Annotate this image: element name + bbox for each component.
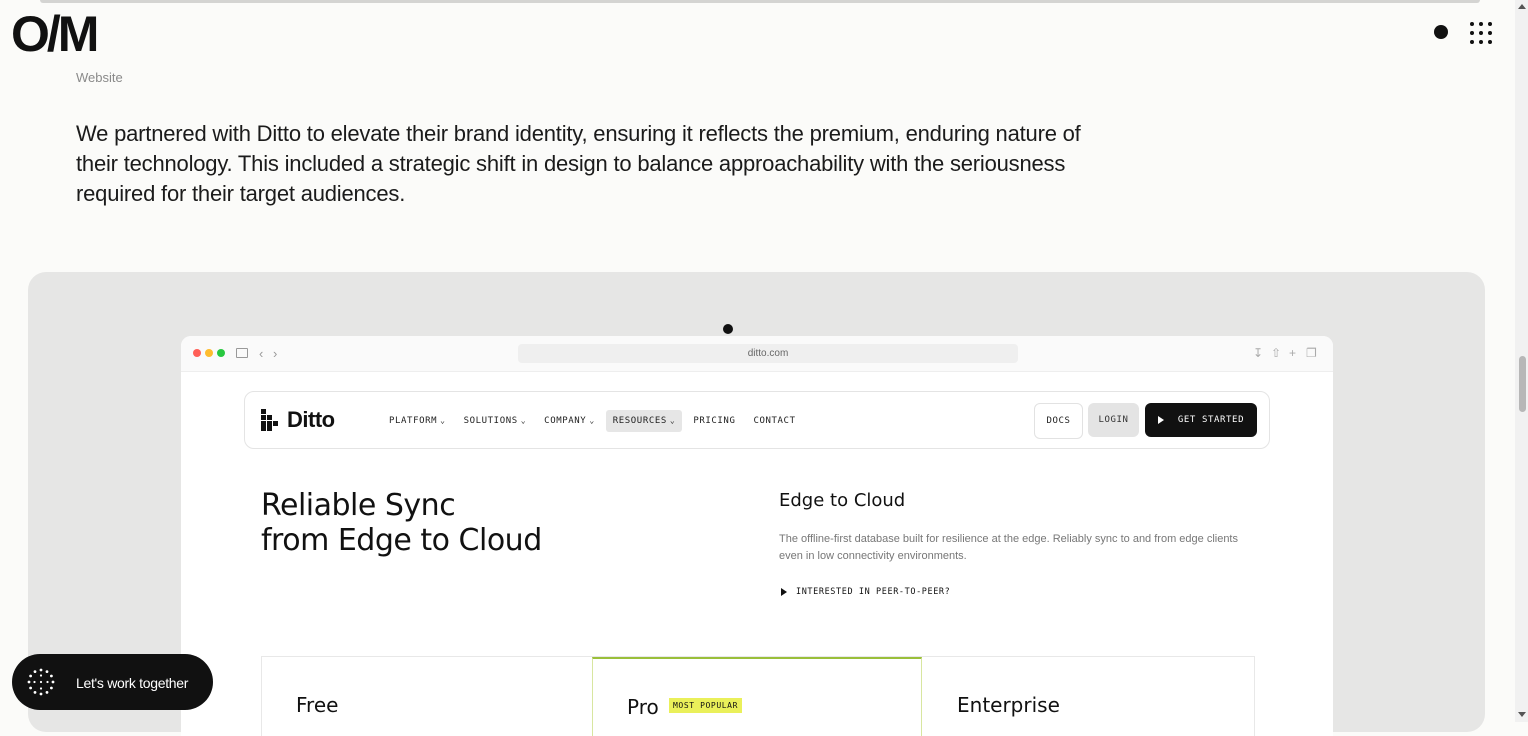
lets-work-together-button[interactable]: Let's work together (12, 654, 213, 710)
close-dot-icon (193, 349, 201, 357)
most-popular-badge: MOST POPULAR (669, 698, 742, 713)
dotted-circle-icon (27, 668, 55, 696)
site-logo[interactable]: O/M (11, 6, 99, 62)
hero-description: The offline-first database built for res… (779, 533, 1238, 562)
hero-title-line1: Reliable Sync (261, 488, 456, 523)
chevron-down-icon: ⌄ (440, 416, 446, 425)
p2p-link: INTERESTED IN PEER-TO-PEER? (781, 587, 950, 597)
top-divider (40, 0, 1480, 3)
menu-resources: RESOURCES ⌄ (605, 410, 683, 432)
cta-label: Let's work together (76, 675, 189, 691)
cursor-dot (723, 324, 733, 334)
scrollbar[interactable] (1515, 0, 1528, 722)
menu-pricing-label: PRICING (693, 416, 736, 426)
scroll-down-arrow-icon[interactable] (1518, 712, 1526, 717)
plan-free: Free (262, 657, 592, 736)
grid-menu-icon[interactable] (1470, 22, 1492, 44)
menu-platform-label: PLATFORM (389, 416, 438, 426)
browser-mockup: ‹ › ditto.com ↧ ⇧ + ❐ Ditto PLATFORM ⌄ SO… (181, 336, 1333, 736)
chevron-down-icon: ⌄ (520, 416, 527, 425)
ditto-menu: PLATFORM ⌄ SOLUTIONS ⌄ COMPANY ⌄ RESOURCES ⌄… (382, 410, 803, 432)
menu-platform: PLATFORM ⌄ (382, 410, 453, 432)
minimize-dot-icon (205, 349, 213, 357)
hero-title: Reliable Sync from Edge to Cloud (261, 488, 542, 558)
plan-free-name: Free (296, 693, 339, 717)
ditto-wordmark: Ditto (287, 407, 335, 432)
project-intro: We partnered with Ditto to elevate their… (76, 121, 1081, 206)
plan-pro: Pro MOST POPULAR (592, 657, 922, 736)
tabs-icon: ❐ (1306, 346, 1317, 360)
hero-title-line2: from Edge to Cloud (261, 523, 542, 558)
maximize-dot-icon (217, 349, 225, 357)
share-icon: ⇧ (1271, 346, 1282, 360)
login-button: LOGIN (1088, 403, 1139, 437)
sidebar-icon (236, 348, 248, 358)
plus-icon: + (1289, 346, 1297, 360)
plan-enterprise: Enterprise (923, 657, 1253, 736)
scrollbar-thumb[interactable] (1519, 356, 1526, 412)
pricing-plans: Free Pro MOST POPULAR Enterprise (261, 656, 1255, 736)
scroll-up-arrow-icon[interactable] (1518, 4, 1526, 9)
p2p-link-label: INTERESTED IN PEER-TO-PEER? (796, 587, 951, 597)
menu-company: COMPANY ⌄ (537, 410, 602, 432)
chevron-down-icon: ⌄ (669, 416, 676, 425)
play-icon (781, 588, 787, 596)
status-dot (1434, 25, 1448, 39)
back-arrow-icon: ‹ (259, 346, 264, 361)
address-bar: ditto.com (518, 344, 1018, 363)
menu-company-label: COMPANY (544, 416, 587, 426)
menu-contact: CONTACT (746, 410, 802, 432)
plan-enterprise-name: Enterprise (957, 693, 1060, 717)
get-started-button: GET STARTED (1145, 403, 1257, 437)
plan-pro-name: Pro (627, 695, 659, 719)
forward-arrow-icon: › (273, 346, 278, 361)
play-icon (1157, 416, 1164, 424)
menu-solutions: SOLUTIONS ⌄ (457, 410, 534, 432)
menu-pricing: PRICING (686, 410, 742, 432)
chevron-down-icon: ⌄ (589, 416, 595, 425)
browser-toolbar: ‹ › ditto.com ↧ ⇧ + ❐ (181, 336, 1333, 372)
project-category: Website (76, 70, 123, 85)
menu-contact-label: CONTACT (753, 416, 796, 426)
docs-button: DOCS (1034, 403, 1083, 439)
menu-solutions-label: SOLUTIONS (463, 416, 518, 426)
get-started-label: GET STARTED (1177, 415, 1245, 425)
ditto-logo: Ditto (261, 407, 335, 432)
ditto-mark-icon (261, 409, 283, 431)
ditto-navbar: Ditto PLATFORM ⌄ SOLUTIONS ⌄ COMPANY ⌄ RESO… (244, 391, 1270, 449)
menu-resources-label: RESOURCES (612, 416, 667, 426)
hero-subtitle: Edge to Cloud (779, 490, 906, 511)
download-icon: ↧ (1253, 346, 1264, 360)
